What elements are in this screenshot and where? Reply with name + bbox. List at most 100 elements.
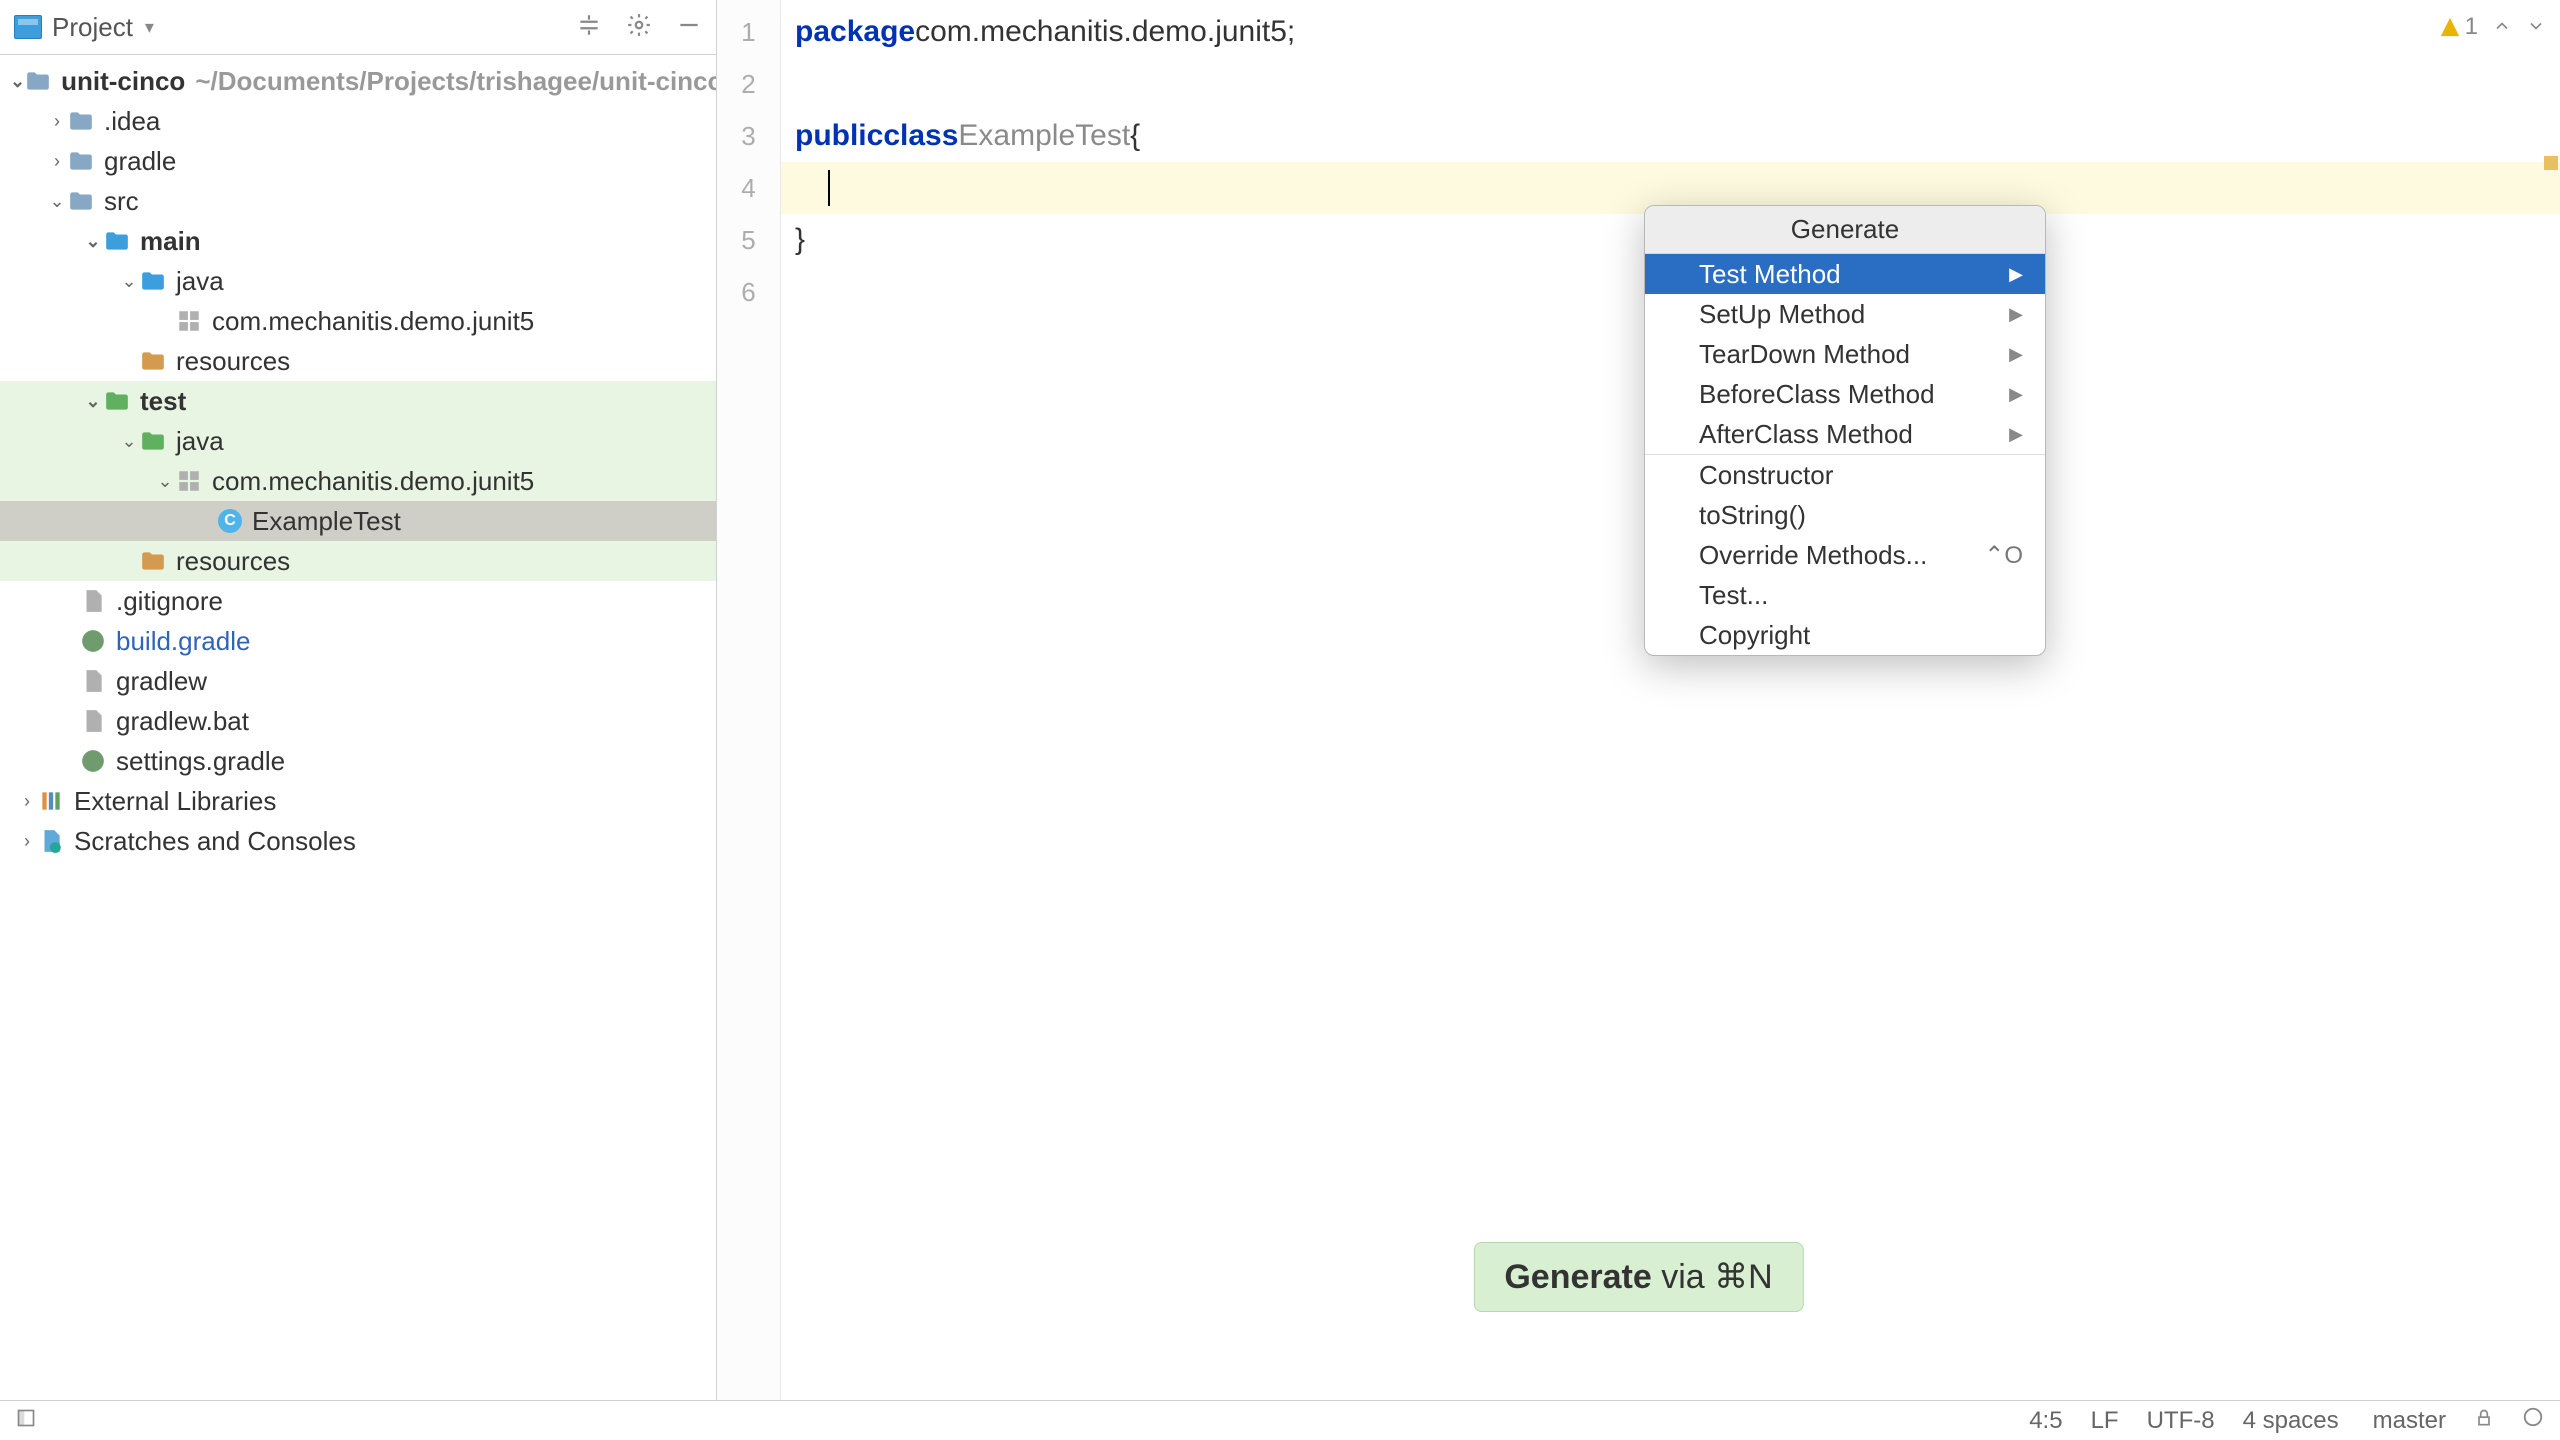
generate-menu-item[interactable]: toString() [1645,495,2045,535]
expand-arrow-icon[interactable]: ⌄ [154,471,176,492]
project-selector[interactable]: Project [52,12,133,43]
keyboard-shortcut: ⌃O [1984,541,2023,570]
test-folder-icon [140,428,166,454]
shortcut-toast: Generate via ⌘N [1473,1242,1803,1312]
project-view-icon [14,15,42,39]
tree-item-gradle[interactable]: › gradle [0,141,716,181]
folder-icon [68,188,94,214]
tree-item-main[interactable]: ⌄ main [0,221,716,261]
generate-menu-item[interactable]: Override Methods...⌃O [1645,535,2045,575]
line-number[interactable]: 1 [717,6,780,58]
indent[interactable]: 4 spaces [2243,1407,2339,1435]
cursor-position[interactable]: 4:5 [2029,1407,2062,1435]
expand-arrow-icon[interactable]: ⌄ [10,71,25,92]
expand-arrow-icon[interactable]: ⌄ [46,191,68,212]
package-icon [176,468,202,494]
generate-menu-item[interactable]: AfterClass Method▶ [1645,414,2045,454]
chevron-down-icon[interactable] [2526,10,2546,44]
source-folder-icon [104,228,130,254]
warning-marker[interactable] [2544,156,2558,170]
resources-folder-icon [140,348,166,374]
generate-menu-item[interactable]: Constructor [1645,455,2045,495]
chevron-down-icon[interactable]: ▾ [145,17,154,38]
tree-item-build-gradle[interactable]: build.gradle [0,621,716,661]
source-folder-icon [140,268,166,294]
gutter: 1 2 3 4 5 6 [717,0,781,1400]
submenu-arrow-icon: ▶ [2009,384,2023,405]
tree-item-java-test[interactable]: ⌄ java [0,421,716,461]
generate-popup: Generate Test Method▶SetUp Method▶TearDo… [1644,205,2046,656]
tree-item-settings-gradle[interactable]: settings.gradle [0,741,716,781]
warning-icon [2439,16,2461,38]
generate-menu-item[interactable]: Test... [1645,575,2045,615]
tree-item-example-test[interactable]: C ExampleTest [0,501,716,541]
gear-icon[interactable] [626,12,652,43]
generate-menu-item[interactable]: Test Method▶ [1645,254,2045,294]
submenu-arrow-icon: ▶ [2009,344,2023,365]
line-ending[interactable]: LF [2091,1407,2119,1435]
status-indicator-icon[interactable] [2522,1406,2544,1435]
file-icon [80,668,106,694]
editor[interactable]: 1 2 3 4 5 6 package com.mechanitis.demo.… [717,0,2560,1400]
tree-item-idea[interactable]: › .idea [0,101,716,141]
caret [828,170,830,206]
tool-window-toggle-icon[interactable] [16,1407,36,1435]
tree-item-external-libs[interactable]: › External Libraries [0,781,716,821]
gradle-file-icon [80,748,106,774]
folder-icon [68,108,94,134]
project-tree[interactable]: ⌄ unit-cinco ~/Documents/Projects/trisha… [0,55,716,1400]
test-folder-icon [104,388,130,414]
project-sidebar: Project ▾ ⌄ unit-cinco ~/Documents/Proje… [0,0,717,1400]
line-number[interactable]: 6 [717,266,780,318]
line-number[interactable]: 3 [717,110,780,162]
expand-arrow-icon[interactable]: ⌄ [82,231,104,252]
file-icon [80,708,106,734]
expand-arrow-icon[interactable]: › [46,111,68,132]
line-number[interactable]: 4 [717,162,780,214]
tree-item-gitignore[interactable]: .gitignore [0,581,716,621]
tree-item-resources-main[interactable]: resources [0,341,716,381]
test-resources-folder-icon [140,548,166,574]
line-number[interactable]: 5 [717,214,780,266]
tree-item-src[interactable]: ⌄ src [0,181,716,221]
generate-menu-item[interactable]: BeforeClass Method▶ [1645,374,2045,414]
file-icon [80,588,106,614]
collapse-icon[interactable] [576,12,602,43]
tree-item-pkg-main[interactable]: com.mechanitis.demo.junit5 [0,301,716,341]
status-bar: 4:5 LF UTF-8 4 spaces master [0,1400,2560,1440]
expand-arrow-icon[interactable]: › [16,831,38,852]
lock-icon[interactable] [2474,1407,2494,1435]
line-number[interactable]: 2 [717,58,780,110]
class-icon: C [218,509,242,533]
encoding[interactable]: UTF-8 [2147,1407,2215,1435]
tree-item-java-main[interactable]: ⌄ java [0,261,716,301]
generate-menu-item[interactable]: SetUp Method▶ [1645,294,2045,334]
library-icon [38,788,64,814]
expand-arrow-icon[interactable]: › [46,151,68,172]
tree-root[interactable]: ⌄ unit-cinco ~/Documents/Projects/trisha… [0,61,716,101]
submenu-arrow-icon: ▶ [2009,264,2023,285]
expand-arrow-icon[interactable]: ⌄ [118,271,140,292]
submenu-arrow-icon: ▶ [2009,424,2023,445]
expand-arrow-icon[interactable]: ⌄ [82,391,104,412]
git-branch[interactable]: master [2367,1407,2446,1435]
tree-item-gradlew-bat[interactable]: gradlew.bat [0,701,716,741]
folder-icon [25,68,51,94]
folder-icon [68,148,94,174]
generate-menu-item[interactable]: Copyright [1645,615,2045,655]
gradle-file-icon [80,628,106,654]
expand-arrow-icon[interactable]: › [16,791,38,812]
scratches-icon [38,828,64,854]
generate-menu-item[interactable]: TearDown Method▶ [1645,334,2045,374]
tree-item-gradlew[interactable]: gradlew [0,661,716,701]
tree-item-pkg-test[interactable]: ⌄ com.mechanitis.demo.junit5 [0,461,716,501]
expand-arrow-icon[interactable]: ⌄ [118,431,140,452]
tree-item-resources-test[interactable]: resources [0,541,716,581]
warnings-indicator[interactable]: 1 [2439,13,2478,41]
tree-item-scratches[interactable]: › Scratches and Consoles [0,821,716,861]
package-icon [176,308,202,334]
tree-item-test[interactable]: ⌄ test [0,381,716,421]
sidebar-header: Project ▾ [0,0,716,55]
minimize-icon[interactable] [676,12,702,43]
chevron-up-icon[interactable] [2492,10,2512,44]
